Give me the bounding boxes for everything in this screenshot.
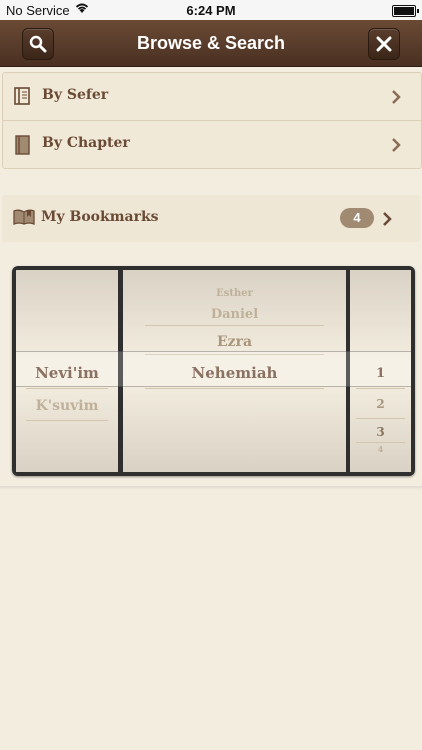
divider <box>26 420 108 421</box>
picker-item[interactable]: 4 <box>350 444 411 454</box>
book-icon <box>13 134 33 160</box>
divider <box>356 418 405 419</box>
divider <box>356 442 405 443</box>
open-book-bookmark-icon <box>12 208 36 230</box>
divider <box>145 325 324 326</box>
by-chapter-label: By Chapter <box>42 135 130 151</box>
bookmarks-label: My Bookmarks <box>41 209 159 225</box>
divider <box>0 486 422 490</box>
divider <box>26 388 108 389</box>
picker-item[interactable]: 3 <box>350 425 411 439</box>
divider <box>145 388 324 389</box>
bookmarks-row[interactable]: My Bookmarks 4 <box>2 195 420 242</box>
picker-item[interactable]: Daniel <box>123 307 346 322</box>
selection-indicator <box>16 351 411 387</box>
browse-options: By Sefer By Chapter <box>2 72 422 169</box>
by-sefer-label: By Sefer <box>42 87 109 103</box>
chapter-picker: Nevi'im K'suvim Esther Daniel Ezra Nehem… <box>12 266 415 476</box>
clock: 6:24 PM <box>186 3 236 18</box>
battery-icon <box>392 5 419 17</box>
bookmark-count-badge: 4 <box>340 208 374 228</box>
by-chapter-row[interactable]: By Chapter <box>3 120 421 168</box>
chevron-right-icon <box>382 211 392 231</box>
close-icon <box>376 36 392 52</box>
picker-item[interactable]: K'suvim <box>16 398 118 414</box>
navigation-bar: Browse & Search <box>0 20 422 67</box>
chevron-right-icon <box>391 89 401 109</box>
divider <box>356 388 405 389</box>
picker-item[interactable]: Ezra <box>123 334 346 350</box>
bookmarks-section: My Bookmarks 4 <box>2 195 420 242</box>
picker-item[interactable]: Esther <box>123 288 346 299</box>
book-index-icon <box>13 86 33 110</box>
by-sefer-row[interactable]: By Sefer <box>3 73 421 120</box>
status-bar: No Service 6:24 PM <box>0 0 422 20</box>
picker-item[interactable]: 2 <box>350 397 411 411</box>
chevron-right-icon <box>391 137 401 157</box>
close-button[interactable] <box>368 28 400 60</box>
page-title: Browse & Search <box>136 33 286 53</box>
